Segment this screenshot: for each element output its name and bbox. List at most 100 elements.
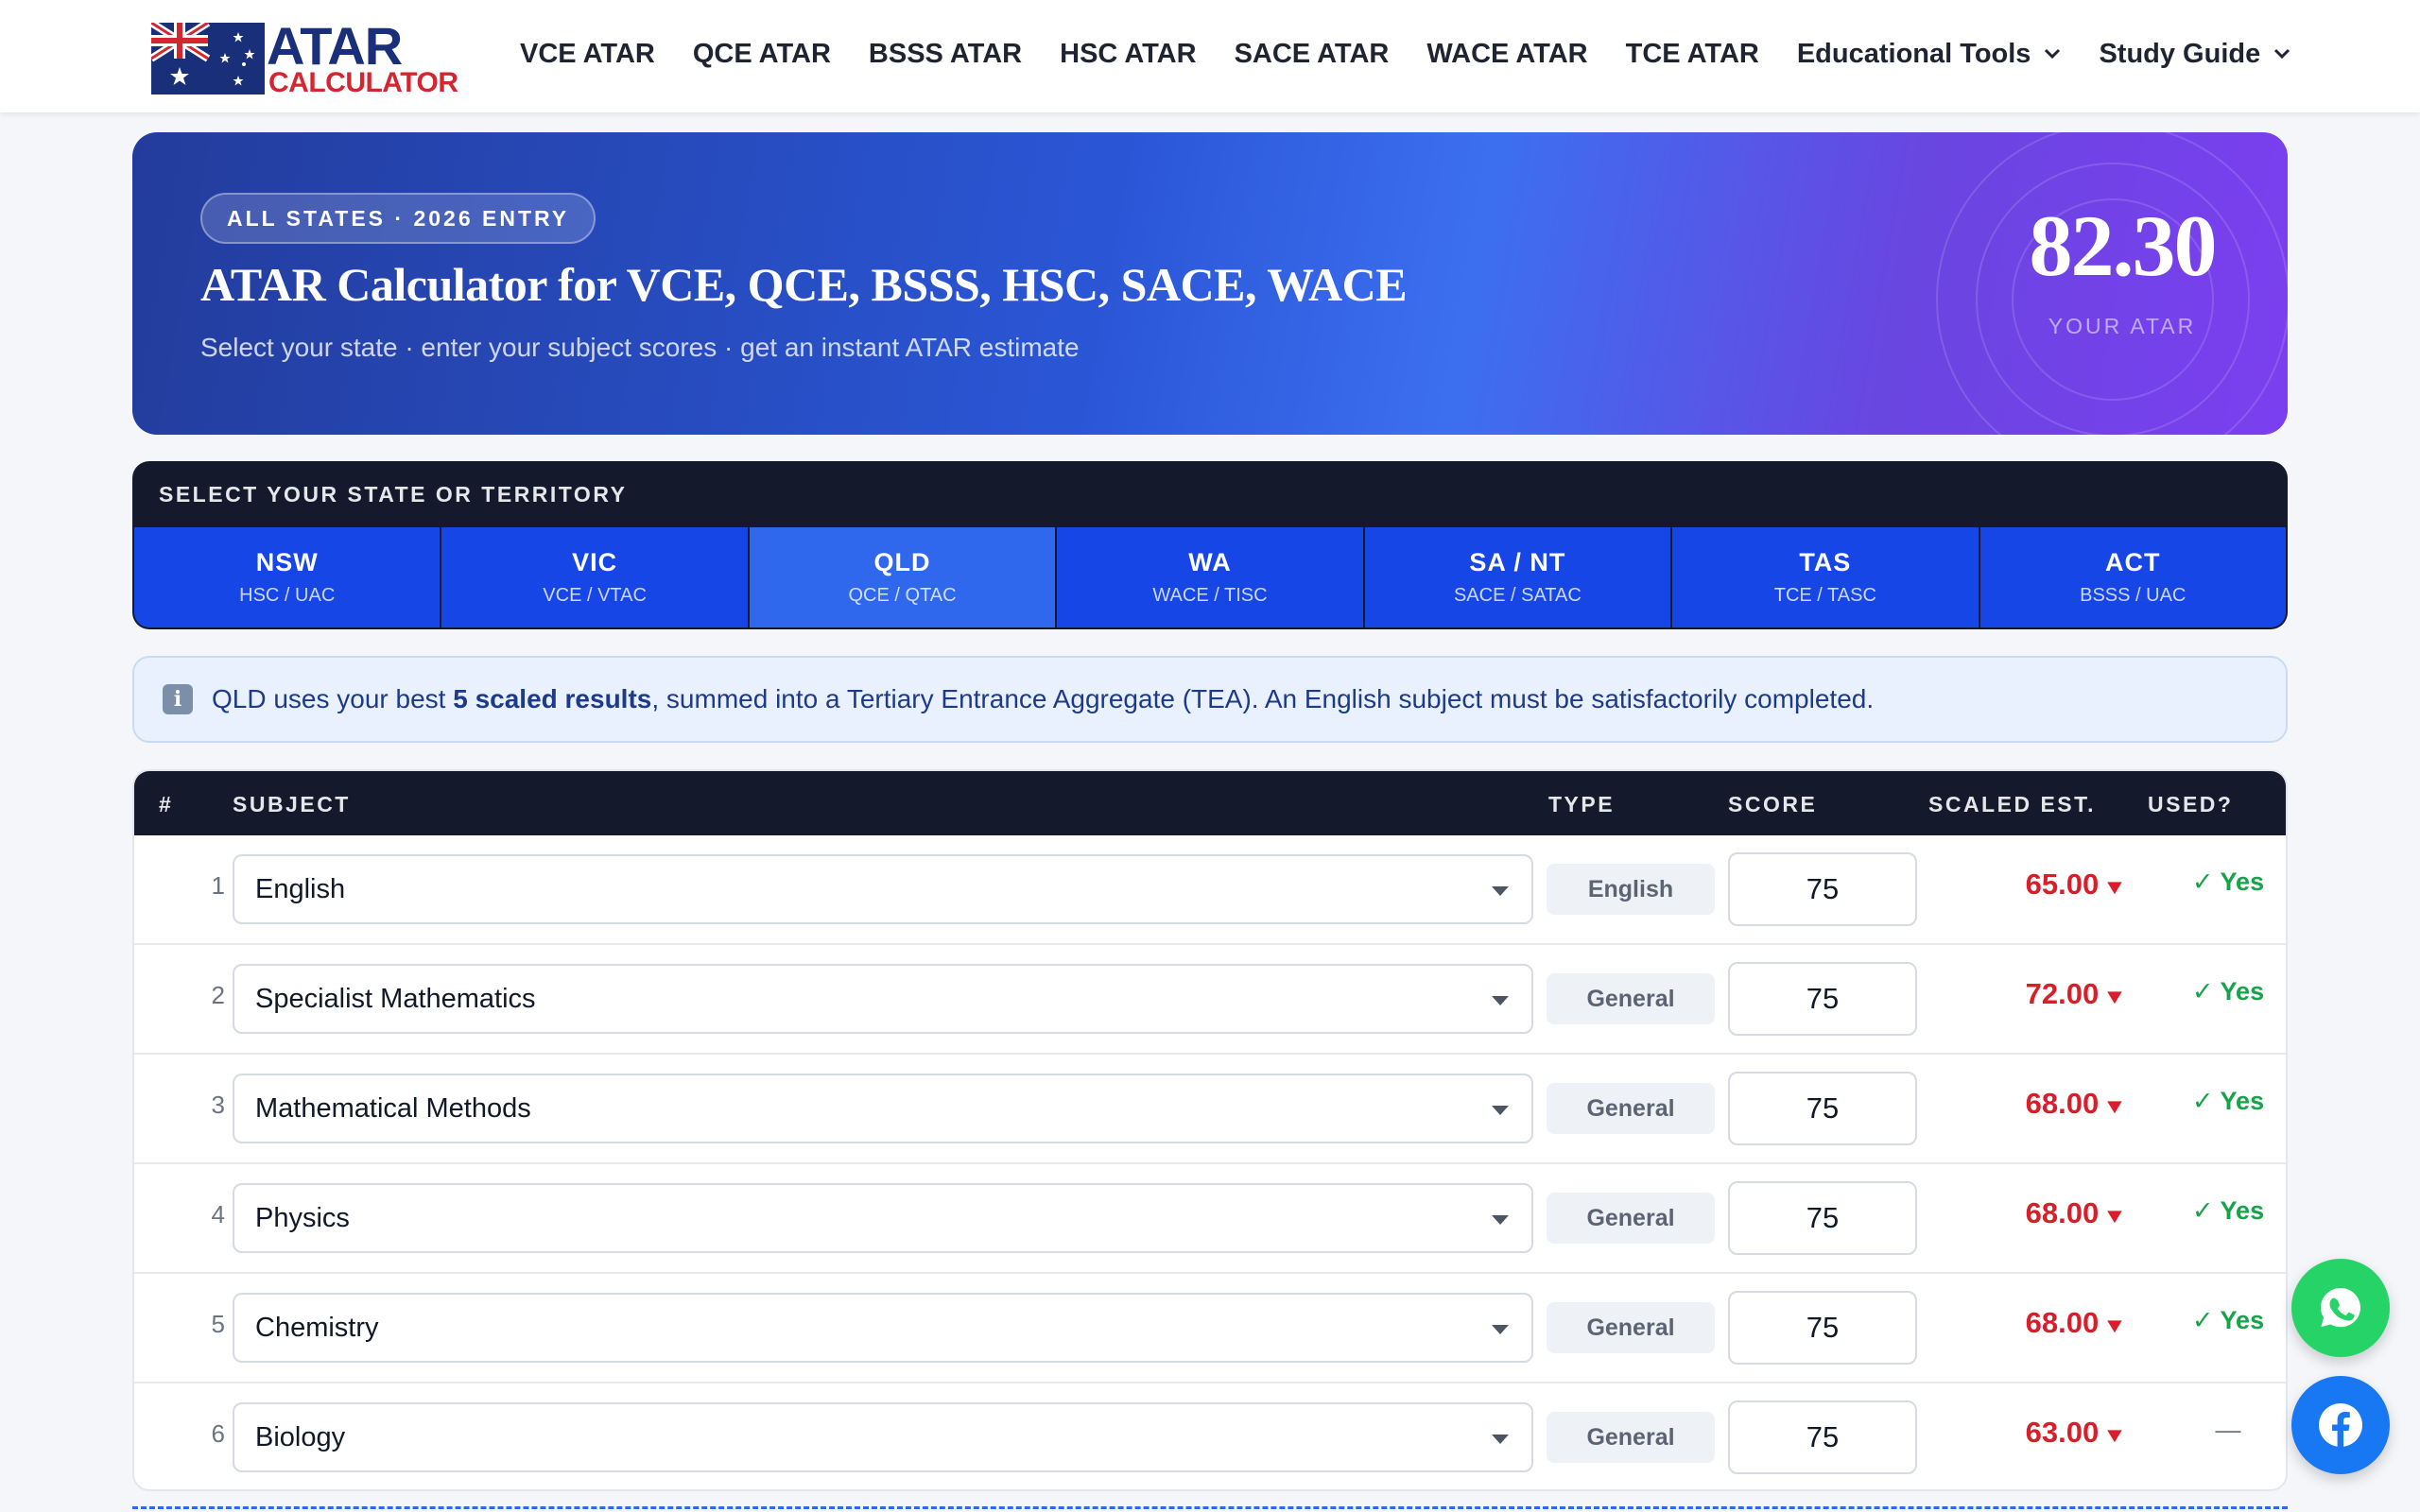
state-system: VCE / VTAC <box>543 585 647 606</box>
subject-select[interactable]: English <box>233 854 1533 924</box>
used-indicator: ✓ Yes <box>2191 868 2265 896</box>
nav-link-qce-atar[interactable]: QCE ATAR <box>693 39 831 70</box>
subject-select[interactable]: Chemistry <box>233 1293 1533 1363</box>
section-divider <box>132 1506 2288 1509</box>
subject-select[interactable]: Biology <box>233 1402 1533 1472</box>
state-tab-act[interactable]: ACT BSSS / UAC <box>1979 527 2286 627</box>
entry-year-badge: ALL STATES · 2026 ENTRY <box>200 193 596 244</box>
score-input[interactable] <box>1728 1072 1917 1145</box>
facebook-icon <box>2319 1403 2362 1447</box>
table-row: 4 Physics General 68.00▼ ✓ Yes <box>134 1164 2286 1274</box>
column-header-scaled-estimate: SCALED EST. <box>1928 792 2097 816</box>
scaled-estimate: 63.00 ▼ <box>1974 1416 2128 1450</box>
nav-link-label: VCE ATAR <box>520 38 655 69</box>
nav-link-hsc-atar[interactable]: HSC ATAR <box>1060 39 1196 70</box>
nav-link-label: HSC ATAR <box>1060 38 1197 69</box>
score-input[interactable] <box>1728 962 1917 1036</box>
facebook-share-button[interactable] <box>2291 1376 2390 1474</box>
state-system: BSSS / UAC <box>2080 585 2187 606</box>
info-text: QLD uses your best 5 scaled results, sum… <box>212 684 1874 714</box>
subject-type-badge: General <box>1547 1083 1715 1134</box>
state-system: WACE / TISC <box>1152 585 1268 606</box>
subject-type-badge: General <box>1547 1193 1715 1244</box>
chevron-down-icon <box>2274 48 2290 60</box>
table-row: 2 Specialist Mathematics General 72.00▼ … <box>134 945 2286 1055</box>
nav-link-label: TCE ATAR <box>1625 38 1759 69</box>
caret-down-icon <box>1492 886 1509 896</box>
state-code: WA <box>1188 548 1232 576</box>
nav-link-tce-atar[interactable]: TCE ATAR <box>1626 39 1759 70</box>
table-row: 1 English English 65.00▼ ✓ Yes <box>134 835 2286 945</box>
state-tabs: NSW HSC / UAC VIC VCE / VTAC QLD QCE / Q… <box>134 527 2286 627</box>
scaled-value: 63.00 <box>2025 1416 2100 1449</box>
subject-select-value: Specialist Mathematics <box>255 983 536 1014</box>
state-tab-tas[interactable]: TAS TCE / TASC <box>1672 527 1979 627</box>
down-triangle-icon: ▼ <box>2102 875 2128 899</box>
column-header-type: TYPE <box>1548 792 1616 816</box>
site-logo[interactable]: ATAR CALCULATOR <box>151 17 458 98</box>
score-input[interactable] <box>1728 1400 1917 1474</box>
state-tab-sa-nt[interactable]: SA / NT SACE / SATAC <box>1364 527 1671 627</box>
state-system: QCE / QTAC <box>848 585 957 606</box>
state-tab-vic[interactable]: VIC VCE / VTAC <box>441 527 748 627</box>
score-input[interactable] <box>1728 1291 1917 1365</box>
subject-type-badge: English <box>1547 864 1715 915</box>
used-indicator: ✓ Yes <box>2191 977 2265 1005</box>
subject-select-value: Biology <box>255 1421 346 1452</box>
nav-dropdown-educational-tools[interactable]: Educational Tools <box>1797 39 2062 70</box>
nav-dropdown-study-guide[interactable]: Study Guide <box>2099 39 2290 70</box>
column-header-used: USED? <box>2148 792 2234 816</box>
scaled-estimate: 65.00 ▼ <box>1974 868 2128 902</box>
scaled-estimate: 72.00 ▼ <box>1974 977 2128 1011</box>
state-code: SA / NT <box>1469 548 1566 576</box>
subject-type-badge: General <box>1547 1302 1715 1353</box>
nav-link-wace-atar[interactable]: WACE ATAR <box>1426 39 1587 70</box>
subject-select[interactable]: Mathematical Methods <box>233 1074 1533 1143</box>
state-tab-qld[interactable]: QLD QCE / QTAC <box>749 527 1056 627</box>
top-navigation-bar: ATAR CALCULATOR VCE ATAR QCE ATAR BSSS A… <box>0 0 2420 112</box>
nav-link-label: QCE ATAR <box>692 38 831 69</box>
nav-links: VCE ATAR QCE ATAR BSSS ATAR HSC ATAR SAC… <box>520 34 2328 74</box>
table-header: # SUBJECT TYPE SCORE SCALED EST. USED? <box>134 771 2286 835</box>
info-icon: i <box>163 684 193 714</box>
caret-down-icon <box>1492 1435 1509 1444</box>
scaled-value: 65.00 <box>2025 868 2100 901</box>
nav-link-label: WACE ATAR <box>1426 38 1588 69</box>
used-indicator: ✓ Yes <box>2191 1087 2265 1115</box>
whatsapp-icon <box>2321 1288 2360 1328</box>
whatsapp-share-button[interactable] <box>2291 1259 2390 1357</box>
caret-down-icon <box>1492 1215 1509 1225</box>
column-header-number: # <box>159 792 174 816</box>
scaled-value: 68.00 <box>2025 1306 2100 1339</box>
subject-type-badge: General <box>1547 1412 1715 1463</box>
subject-select[interactable]: Physics <box>233 1183 1533 1253</box>
down-triangle-icon: ▼ <box>2102 985 2128 1008</box>
nav-link-label: SACE ATAR <box>1234 38 1390 69</box>
score-input[interactable] <box>1728 1181 1917 1255</box>
page-subtitle: Select your state · enter your subject s… <box>200 333 1080 362</box>
scaled-estimate: 68.00 ▼ <box>1974 1196 2128 1230</box>
subject-type-badge: General <box>1547 973 1715 1024</box>
table-row: 5 Chemistry General 68.00▼ ✓ Yes <box>134 1274 2286 1383</box>
state-code: TAS <box>1799 548 1852 576</box>
atar-score-value: 82.30 <box>2029 198 2218 294</box>
column-header-score: SCORE <box>1728 792 1818 816</box>
state-selector: SELECT YOUR STATE OR TERRITORY NSW HSC /… <box>132 461 2288 629</box>
nav-link-vce-atar[interactable]: VCE ATAR <box>520 39 655 70</box>
state-tab-wa[interactable]: WA WACE / TISC <box>1057 527 1363 627</box>
scaled-value: 68.00 <box>2025 1196 2100 1229</box>
state-tab-nsw[interactable]: NSW HSC / UAC <box>134 527 441 627</box>
used-indicator: ✓ Yes <box>2191 1196 2265 1225</box>
nav-link-bsss-atar[interactable]: BSSS ATAR <box>869 39 1022 70</box>
caret-down-icon <box>1492 1325 1509 1334</box>
state-system: HSC / UAC <box>239 585 336 606</box>
down-triangle-icon: ▼ <box>2102 1314 2128 1337</box>
nav-link-sace-atar[interactable]: SACE ATAR <box>1235 39 1390 70</box>
nav-link-label: Educational Tools <box>1796 38 2031 69</box>
subject-select-value: Physics <box>255 1202 350 1233</box>
nav-link-label: Study Guide <box>2099 38 2261 69</box>
subject-select[interactable]: Specialist Mathematics <box>233 964 1533 1034</box>
state-selector-heading: SELECT YOUR STATE OR TERRITORY <box>159 482 628 507</box>
used-indicator: — <box>2215 1416 2241 1444</box>
score-input[interactable] <box>1728 852 1917 926</box>
